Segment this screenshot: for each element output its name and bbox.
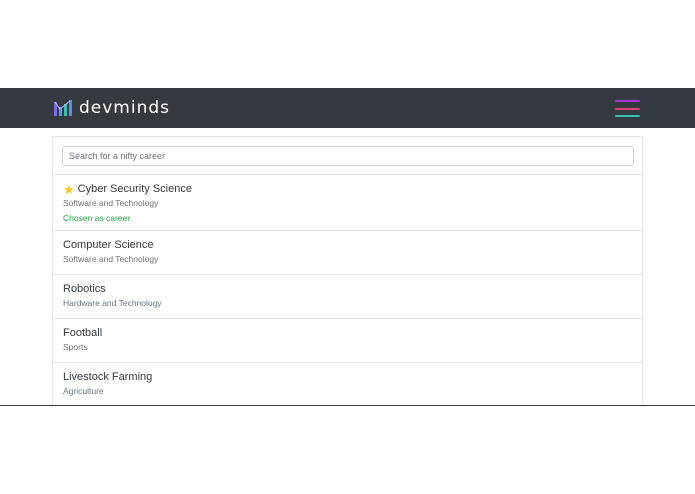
career-title-row: ★ Cyber Security Science <box>63 182 632 196</box>
career-title: Livestock Farming <box>63 371 153 383</box>
top-navbar: devminds <box>0 88 695 128</box>
career-category: Software and Technology <box>63 198 159 208</box>
bottom-divider <box>0 405 695 406</box>
career-category: Sports <box>63 342 88 352</box>
career-item-cyber-security-science[interactable]: ★ Cyber Security Science Software and Te… <box>53 175 642 231</box>
career-title: Football <box>63 327 103 339</box>
career-title: Robotics <box>63 283 106 295</box>
career-title: Computer Science <box>63 239 154 251</box>
menu-line-1 <box>615 100 640 102</box>
career-item-computer-science[interactable]: Computer Science Software and Technology <box>53 231 642 275</box>
career-search-input[interactable] <box>62 146 634 166</box>
career-category: Software and Technology <box>63 254 159 264</box>
brand[interactable]: devminds <box>54 88 170 128</box>
star-icon: ★ <box>63 181 75 197</box>
career-category: Hardware and Technology <box>63 298 162 308</box>
career-list-panel: ★ Cyber Security Science Software and Te… <box>52 136 643 406</box>
brand-name: devminds <box>79 98 171 118</box>
career-category: Agriculture <box>63 386 104 396</box>
hamburger-menu-icon[interactable] <box>615 100 640 117</box>
bar-chart-icon <box>54 100 72 116</box>
career-item-robotics[interactable]: Robotics Hardware and Technology <box>53 275 642 319</box>
search-container <box>53 137 642 175</box>
menu-line-3 <box>615 115 640 117</box>
career-item-football[interactable]: Football Sports <box>53 319 642 363</box>
career-item-livestock-farming[interactable]: Livestock Farming Agriculture <box>53 363 642 406</box>
career-title: Cyber Security Science <box>77 183 192 195</box>
menu-line-2 <box>615 107 640 110</box>
career-status: Chosen as career <box>63 213 131 223</box>
